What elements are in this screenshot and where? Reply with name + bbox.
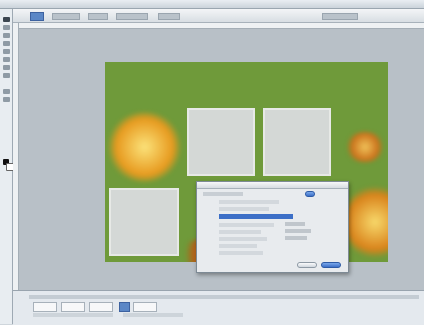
ok-button[interactable]: [321, 262, 341, 268]
photo-frame[interactable]: [109, 188, 179, 256]
dialog-option[interactable]: [219, 207, 269, 211]
hand-icon[interactable]: [3, 89, 10, 94]
flame-graphic: [345, 132, 385, 162]
dialog-option[interactable]: [219, 237, 267, 241]
lasso-icon[interactable]: [3, 33, 10, 38]
dialog-option[interactable]: [219, 251, 263, 255]
dialog-value: [285, 229, 311, 233]
marquee-icon[interactable]: [3, 25, 10, 30]
tool-preset-button[interactable]: [30, 12, 44, 21]
option-field[interactable]: [88, 13, 108, 20]
option-field[interactable]: [116, 13, 148, 20]
vertical-ruler: [13, 23, 19, 290]
menu-bar: [0, 0, 424, 9]
dialog-option-selected[interactable]: [219, 214, 293, 219]
flame-graphic: [345, 182, 388, 262]
zoom-icon[interactable]: [3, 73, 10, 78]
brush-icon[interactable]: [3, 49, 10, 54]
flame-graphic: [107, 112, 182, 182]
pen-icon[interactable]: [3, 97, 10, 102]
active-layer-button[interactable]: [119, 302, 130, 312]
dialog-value: [285, 222, 305, 226]
photo-frame[interactable]: [263, 108, 331, 176]
text-icon[interactable]: [3, 65, 10, 70]
layer-thumbnail[interactable]: [133, 302, 157, 312]
dialog-value: [285, 236, 307, 240]
layer-thumbnail[interactable]: [33, 302, 57, 312]
tools-panel: [0, 9, 14, 324]
horizontal-ruler: [13, 23, 424, 29]
dialog-option[interactable]: [219, 223, 274, 227]
dialog-label: [203, 192, 243, 196]
option-field[interactable]: [52, 13, 80, 20]
dialog-option[interactable]: [219, 244, 257, 248]
photo-frame[interactable]: [187, 108, 255, 176]
eraser-icon[interactable]: [3, 57, 10, 62]
dialog-title-bar: [197, 182, 348, 189]
panel-row: [123, 313, 183, 317]
dialog-option[interactable]: [219, 200, 279, 204]
settings-dialog: [196, 181, 349, 273]
panel-header: [29, 295, 419, 299]
workspace-dropdown[interactable]: [322, 13, 358, 20]
move-icon[interactable]: [3, 17, 10, 22]
options-bar: [12, 9, 424, 23]
crop-icon[interactable]: [3, 41, 10, 46]
dropdown-button[interactable]: [305, 191, 315, 197]
bottom-panel: [13, 290, 424, 325]
cancel-button[interactable]: [297, 262, 317, 268]
option-field[interactable]: [158, 13, 180, 20]
panel-row: [33, 313, 113, 317]
dialog-option[interactable]: [219, 230, 261, 234]
layer-thumbnail[interactable]: [61, 302, 85, 312]
layer-thumbnail[interactable]: [89, 302, 113, 312]
